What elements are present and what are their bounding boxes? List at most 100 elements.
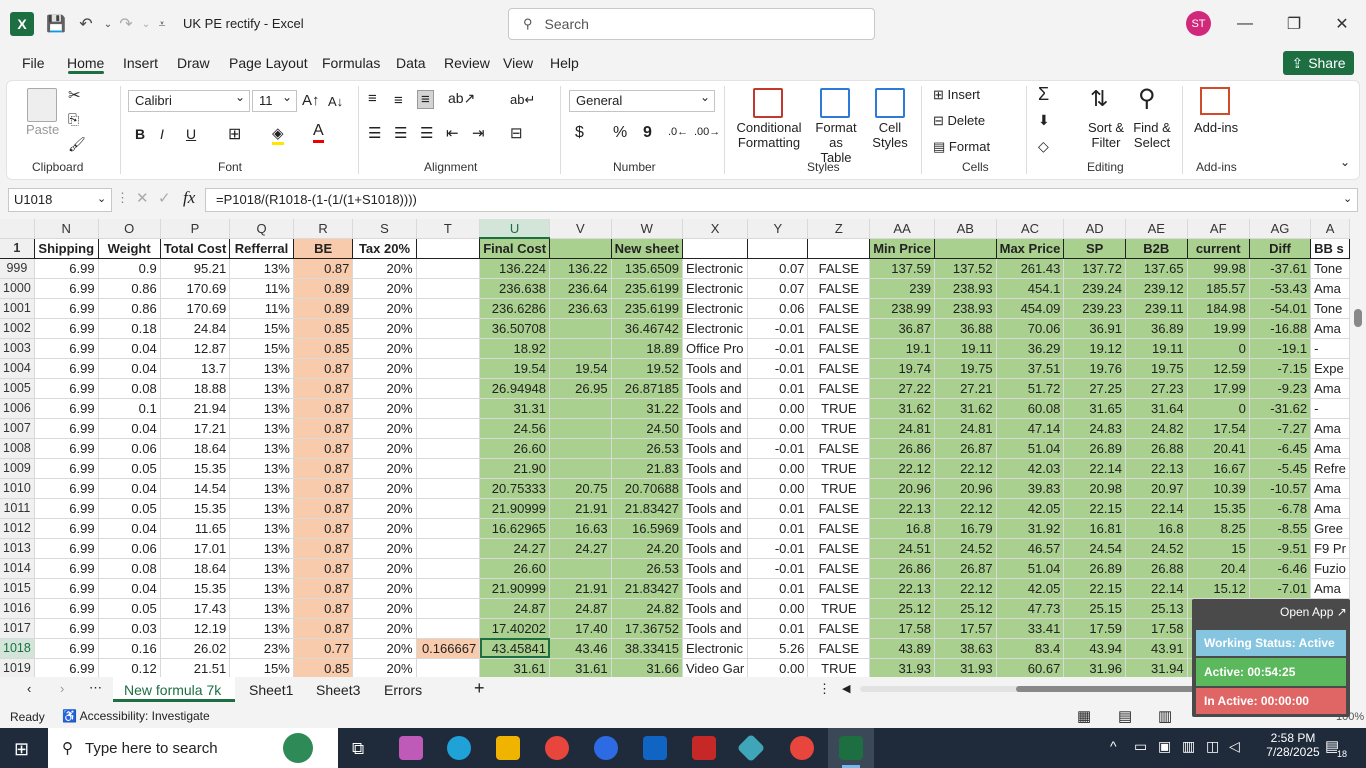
header-cell[interactable]: Refferral [229,238,294,259]
cell[interactable]: 13% [229,258,294,279]
cell[interactable]: 6.99 [34,658,99,677]
cell[interactable]: 20.96 [869,478,935,499]
cell[interactable]: 26.60 [479,558,551,579]
cell[interactable]: 0.86 [98,298,161,319]
cell[interactable]: 43.45841 [479,638,551,659]
cell[interactable] [416,538,481,559]
cell[interactable]: 31.92 [996,518,1065,539]
cell[interactable]: 6.99 [34,598,99,619]
cell[interactable]: 0.01 [747,498,809,519]
column-header[interactable]: W [611,219,683,239]
row-header[interactable]: 1015 [0,578,35,599]
cell[interactable]: 6.99 [34,498,99,519]
cell[interactable]: 6.99 [34,518,99,539]
cell[interactable]: 36.46742 [611,318,683,339]
cell[interactable]: 24.84 [160,318,231,339]
cell[interactable]: -7.27 [1249,418,1312,439]
cell[interactable]: 46.57 [996,538,1065,559]
customize-toolbar-icon[interactable]: ⩡ [150,12,174,36]
cell[interactable]: 0.06 [98,438,161,459]
cell[interactable]: 31.31 [479,398,551,419]
cell[interactable]: 43.94 [1063,638,1126,659]
cell[interactable]: 0.00 [747,418,809,439]
column-header[interactable]: AA [869,219,935,239]
cell[interactable]: 6.99 [34,478,99,499]
cell[interactable]: 6.99 [34,398,99,419]
cell[interactable]: 95.21 [160,258,231,279]
vertical-scrollbar[interactable] [1350,219,1366,677]
cell[interactable]: 6.99 [34,418,99,439]
cell[interactable]: Tools and [682,438,749,459]
cell[interactable]: 20% [352,418,417,439]
cell[interactable]: 31.62 [934,398,997,419]
cell[interactable]: 20.4 [1187,558,1250,579]
cell[interactable]: 24.87 [479,598,551,619]
sheet-tab-errors[interactable]: Errors [384,682,422,698]
scroll-left-icon[interactable]: ◀ [842,682,850,695]
cell[interactable]: 0.87 [293,498,354,519]
cell[interactable]: 0.87 [293,418,354,439]
cell[interactable]: 20% [352,338,417,359]
cell[interactable]: 27.23 [1125,378,1188,399]
cell[interactable]: Tools and [682,478,749,499]
select-all-corner[interactable] [0,219,35,239]
row-header[interactable]: 1009 [0,458,35,479]
cell[interactable]: 0.00 [747,598,809,619]
cell[interactable]: 22.13 [1125,458,1188,479]
font-name-select[interactable]: Calibri [128,90,250,112]
cell[interactable]: 23% [229,638,294,659]
cell[interactable]: 26.87 [934,438,997,459]
cell[interactable] [416,578,481,599]
decrease-decimal-icon[interactable]: .00→ [694,126,720,138]
task-view-icon[interactable]: ⧉ [352,739,364,759]
tab-home[interactable]: Home [67,55,104,71]
decrease-font-icon[interactable]: A↓ [328,94,343,109]
cell[interactable]: 24.27 [479,538,551,559]
sort-filter-button[interactable]: Sort & Filter [1086,120,1126,150]
cell[interactable]: 6.99 [34,318,99,339]
cell[interactable]: TRUE [807,458,871,479]
copilot-icon[interactable] [399,736,423,760]
cell[interactable]: -54.01 [1249,298,1312,319]
cell[interactable] [416,498,481,519]
spreadsheet-grid[interactable]: N O P Q R S T U V W X Y Z AA AB AC AD AE AF AG A 1 Shipping We… [0,219,1350,677]
cell[interactable]: Tools and [682,498,749,519]
column-header[interactable]: AB [934,219,997,239]
header-cell[interactable] [934,238,997,259]
cell[interactable]: Tools and [682,358,749,379]
cell[interactable] [549,338,612,359]
column-header[interactable]: X [682,219,749,239]
cell[interactable]: 20% [352,558,417,579]
cell[interactable]: 0.05 [98,598,161,619]
cell[interactable]: 42.05 [996,498,1065,519]
cell[interactable]: 42.05 [996,578,1065,599]
cell[interactable]: 20.98 [1063,478,1126,499]
row-header[interactable]: 1013 [0,538,35,559]
insert-function-icon[interactable]: fx [183,188,195,208]
meet-now-icon[interactable]: ▭ [1134,738,1147,755]
cell[interactable]: 15% [229,338,294,359]
cell[interactable]: 26.02 [160,638,231,659]
cell[interactable]: 20% [352,458,417,479]
cell[interactable]: 0.04 [98,578,161,599]
cell[interactable]: 17.43 [160,598,231,619]
cell[interactable]: Ama [1310,438,1350,459]
cell[interactable]: 24.52 [934,538,997,559]
cell[interactable]: 19.11 [1125,338,1188,359]
collapse-ribbon-icon[interactable]: ⌄ [1340,155,1350,169]
cell[interactable]: 0.18 [98,318,161,339]
add-ins-button[interactable]: Add-ins [1194,120,1238,135]
filezilla-icon[interactable] [692,736,716,760]
cell[interactable]: 17.36752 [611,618,683,639]
cell[interactable]: FALSE [807,358,871,379]
cell[interactable]: 20% [352,618,417,639]
cell[interactable]: - [1310,398,1350,419]
minimize-icon[interactable]: — [1234,14,1256,34]
cell[interactable]: 22.15 [1063,498,1126,519]
cell[interactable]: 12.87 [160,338,231,359]
column-header[interactable]: AG [1249,219,1312,239]
cell[interactable]: 31.66 [611,658,683,677]
cell[interactable]: 21.91 [549,578,612,599]
cell[interactable]: 24.54 [1063,538,1126,559]
cell[interactable]: 20% [352,398,417,419]
